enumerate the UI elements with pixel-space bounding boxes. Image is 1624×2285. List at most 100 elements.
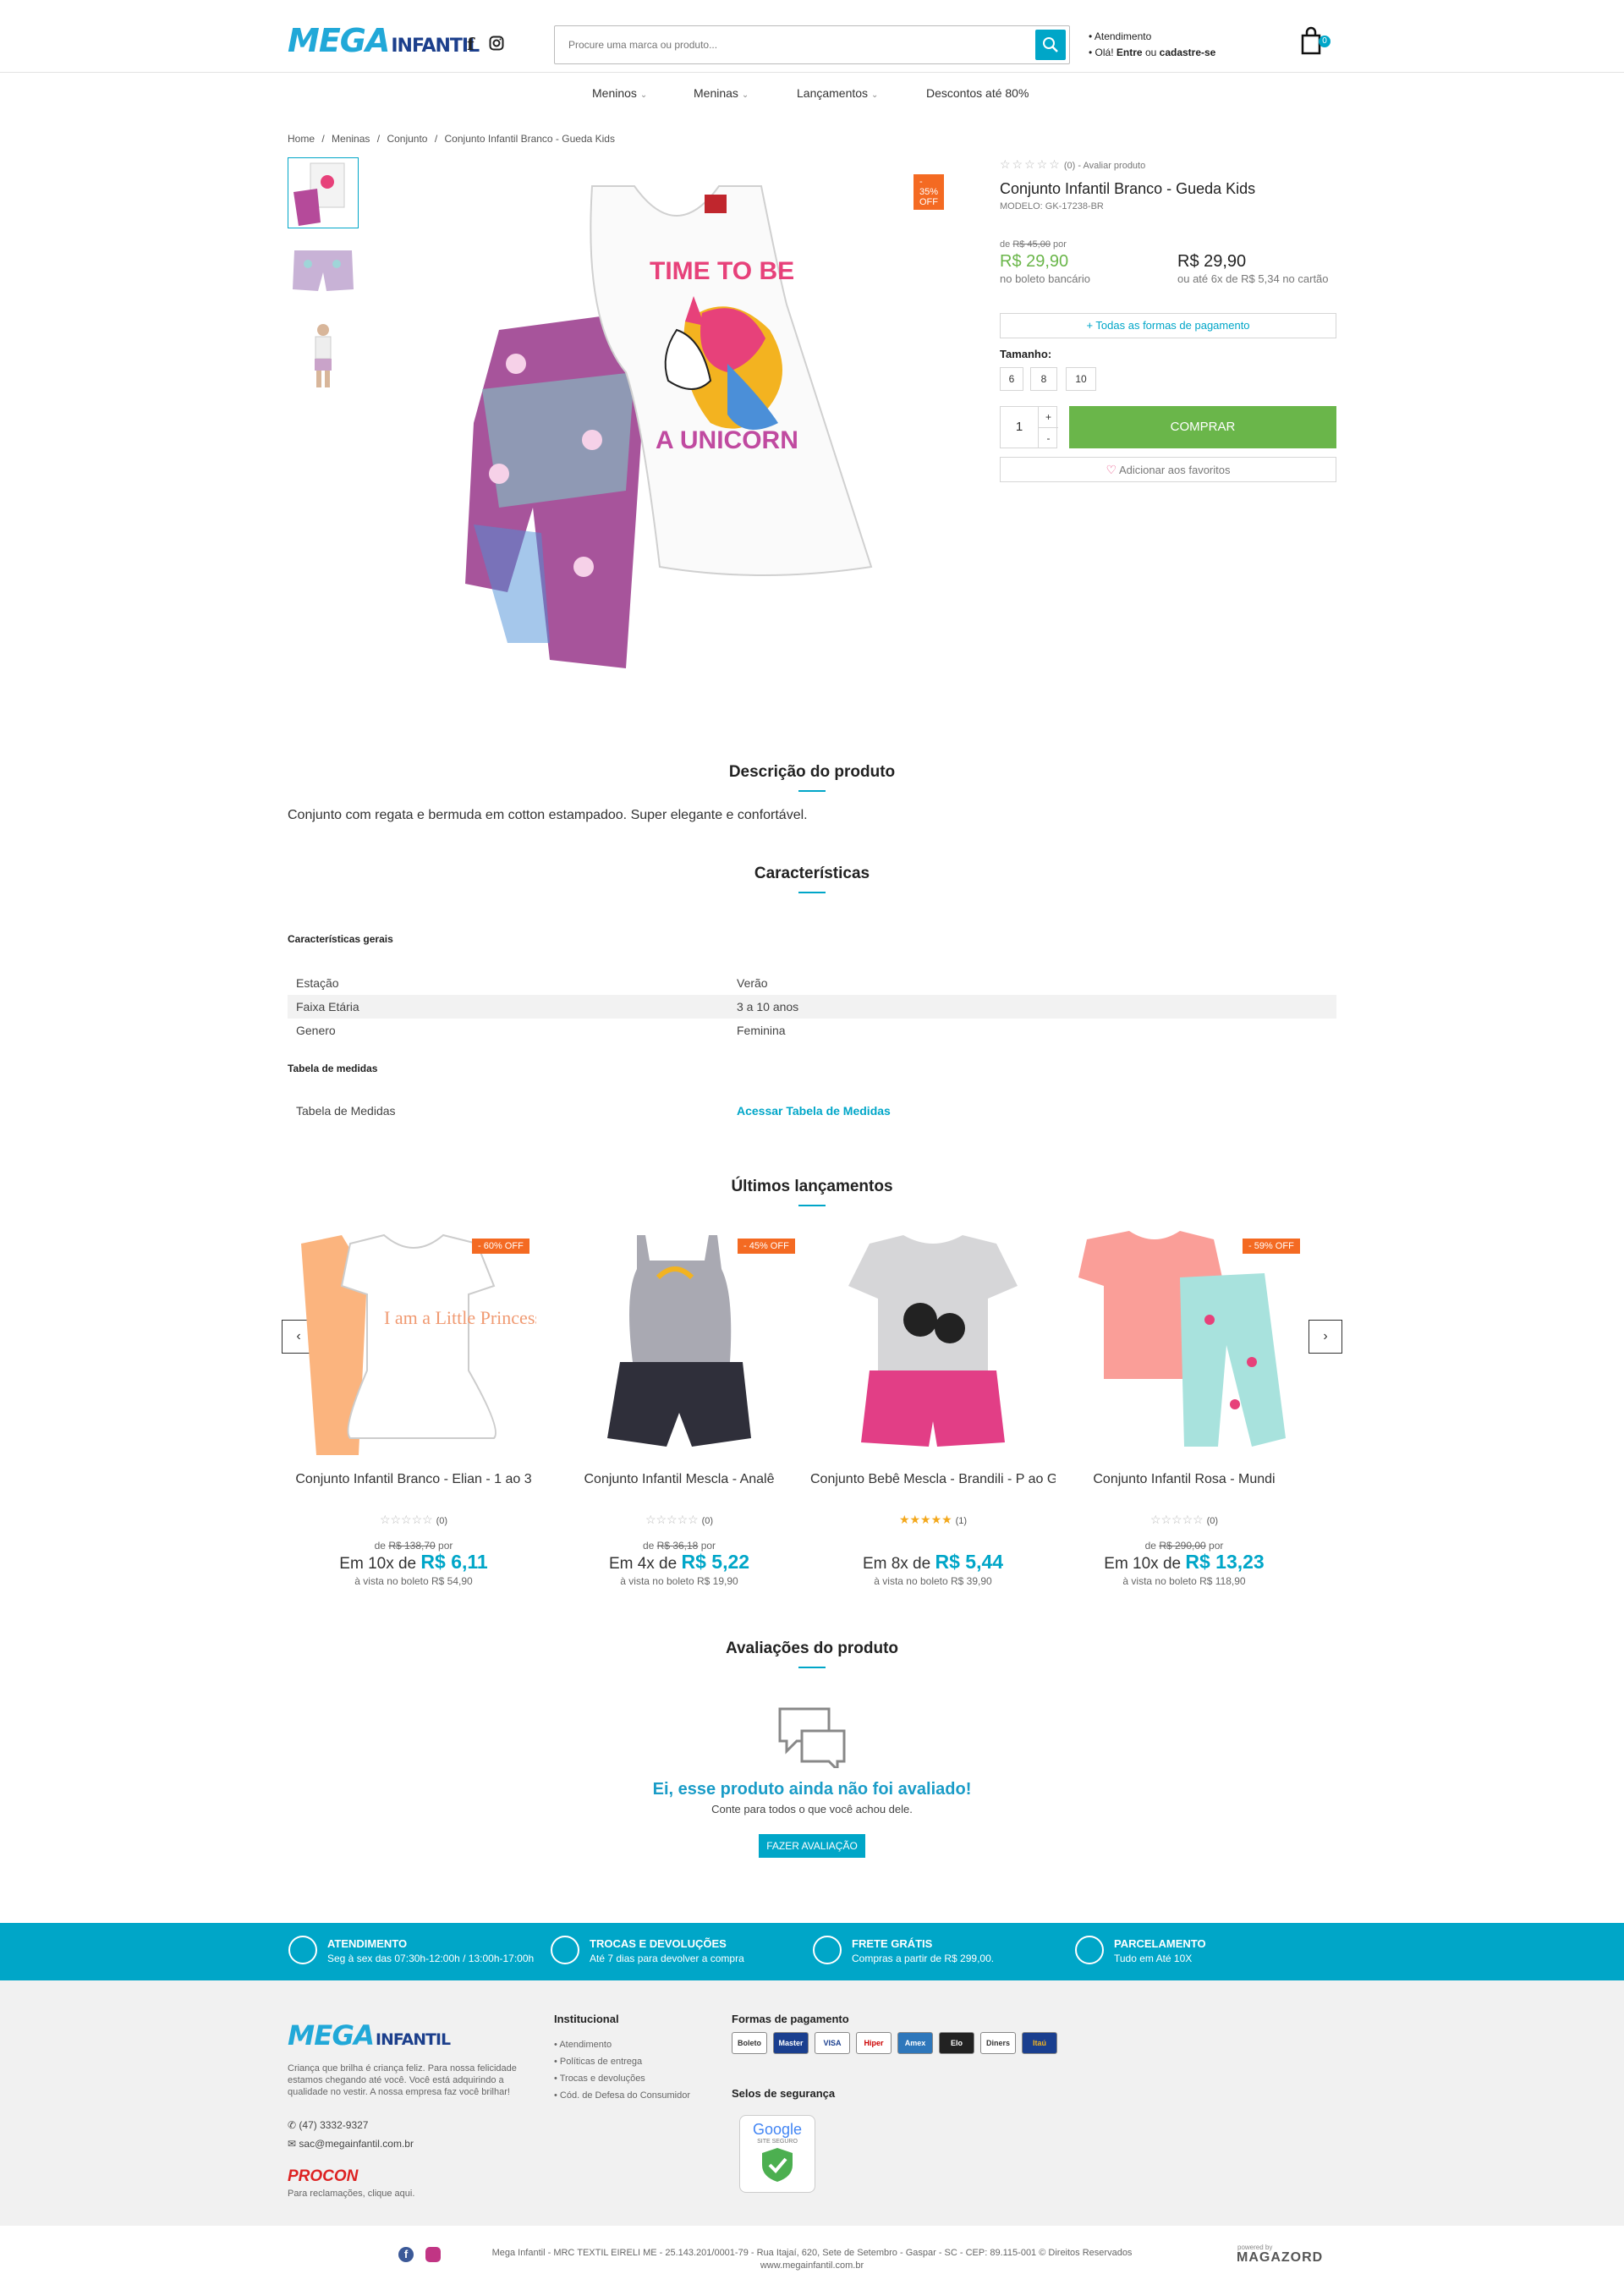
add-to-favorites-button[interactable]: ♡ Adicionar aos favoritos (1000, 457, 1336, 482)
logo-sub: INFANTIL (391, 36, 480, 57)
breadcrumb-meninas[interactable]: Meninas (332, 133, 370, 145)
login-link[interactable]: Entre (1116, 47, 1143, 58)
buy-button[interactable]: COMPRAR (1069, 406, 1336, 448)
shirt-text-line-1: TIME TO BE (650, 257, 794, 285)
chevron-down-icon: ⌄ (639, 91, 648, 100)
footer-link-trocas[interactable]: • Trocas e devoluções (554, 2070, 690, 2087)
breadcrumb-home[interactable]: Home (288, 133, 315, 145)
description-text: Conjunto com regata e bermuda em cotton … (288, 808, 808, 822)
product-title: Conjunto Infantil Branco - Gueda Kids (1000, 180, 1256, 197)
payment-options-button[interactable]: + Todas as formas de pagamento (1000, 313, 1336, 338)
footer-link-entrega[interactable]: • Políticas de entrega (554, 2053, 690, 2070)
old-prefix: de (374, 1540, 386, 1552)
old-suffix: por (438, 1540, 453, 1552)
instagram-icon[interactable] (425, 2247, 441, 2262)
security-title: Selos de segurança (732, 2087, 836, 2100)
footer-link-cdc[interactable]: • Cód. de Defesa do Consumidor (554, 2087, 690, 2104)
product-card-name[interactable]: Conjunto Infantil Mescla - Analê (557, 1472, 802, 1487)
inst-value: R$ 5,22 (681, 1551, 750, 1573)
site-header: MEGAINFANTIL f • Atendimento • Olá! Entr… (0, 0, 1624, 73)
product-card[interactable]: - 59% OFF Conjunto Infantil Rosa - Mundi… (1062, 1227, 1307, 1599)
quantity-stepper: 1 + - (1000, 406, 1058, 448)
google-safe-seal[interactable]: Google SITE SEGURO (739, 2115, 815, 2193)
breadcrumb-conjunto[interactable]: Conjunto (387, 133, 427, 145)
discount-badge: - 45% OFF (738, 1239, 795, 1254)
nav-item-lancamentos[interactable]: Lançamentos ⌄ (797, 86, 878, 100)
features-title: Características (0, 865, 1624, 893)
product-card[interactable]: - 45% OFF Conjunto Infantil Mescla - Ana… (557, 1227, 802, 1599)
atendimento-link[interactable]: Atendimento (1095, 30, 1151, 42)
product-card-image: I am a Little Princess (301, 1233, 536, 1455)
chevron-down-icon: ⌄ (741, 91, 749, 100)
institutional-title: Institucional (554, 2013, 619, 2025)
search-icon (1043, 37, 1058, 52)
quantity-decrease-button[interactable]: - (1038, 428, 1058, 448)
product-card-name[interactable]: Conjunto Infantil Rosa - Mundi (1062, 1472, 1307, 1487)
breadcrumb-current: Conjunto Infantil Branco - Gueda Kids (444, 133, 615, 145)
old-price-suffix: por (1053, 239, 1067, 250)
product-card[interactable]: Conjunto Bebê Mescla - Brandili - P ao G… (810, 1227, 1056, 1599)
benefit-title: FRETE GRÁTIS (852, 1937, 933, 1950)
rating-count: (0) (1206, 1516, 1219, 1526)
inst-value: R$ 13,23 (1185, 1551, 1265, 1573)
product-main-image[interactable]: TIME TO BE A UNICORN - 35% OFF (423, 169, 945, 677)
footer-link-atendimento[interactable]: • Atendimento (554, 2036, 690, 2053)
description-title: Descrição do produto (0, 763, 1624, 792)
nav-item-meninos[interactable]: Meninos ⌄ (592, 86, 647, 100)
nav-item-descontos[interactable]: Descontos até 80% (926, 86, 1029, 100)
rating-stars-icon: ☆☆☆☆☆ (645, 1513, 699, 1526)
cart-button[interactable]: 0 (1298, 25, 1330, 56)
thumbnail-2[interactable] (288, 239, 359, 310)
feature-value: 3 a 10 anos (737, 1000, 799, 1013)
measures-label: Tabela de medidas (288, 1063, 378, 1074)
itau-icon: Itaú (1022, 2032, 1057, 2054)
quantity-input[interactable]: 1 (1001, 420, 1038, 434)
procon-logo[interactable]: PROCON (288, 2167, 358, 2186)
product-rating[interactable]: ☆☆☆☆☆ (0) - Avaliar produto (1000, 157, 1145, 172)
product-card-name[interactable]: Conjunto Bebê Mescla - Brandili - P ao G (810, 1472, 1056, 1487)
footer-about: Criança que brilha é criança feliz. Para… (288, 2063, 517, 2097)
benefit-subtitle: Tudo em Até 10X (1114, 1953, 1193, 1964)
write-review-button[interactable]: FAZER AVALIAÇÃO (759, 1834, 865, 1858)
product-card-name[interactable]: Conjunto Infantil Branco - Elian - 1 ao … (291, 1472, 536, 1487)
magazord-logo[interactable]: MAGAZORD (1237, 2250, 1323, 2266)
procon-note[interactable]: Para reclamações, clique aqui. (288, 2189, 414, 2199)
features-general-label: Características gerais (288, 933, 393, 945)
register-link[interactable]: cadastre-se (1160, 47, 1216, 58)
instagram-icon[interactable] (489, 36, 504, 51)
thumbnail-3[interactable] (288, 320, 359, 391)
visa-icon: VISA (815, 2032, 850, 2054)
size-table-link[interactable]: Acessar Tabela de Medidas (737, 1104, 891, 1118)
benefit-subtitle: Até 7 dias para devolver a compra (590, 1953, 744, 1964)
quantity-increase-button[interactable]: + (1038, 407, 1058, 428)
elo-icon: Elo (939, 2032, 974, 2054)
nav-item-meninas[interactable]: Meninas ⌄ (694, 86, 749, 100)
seal-text: SITE SEGURO (757, 2139, 798, 2145)
size-option-10[interactable]: 10 (1066, 367, 1096, 391)
rating-count: (0) (436, 1516, 448, 1526)
site-logo[interactable]: MEGAINFANTIL (288, 22, 480, 59)
institutional-links: • Atendimento • Políticas de entrega • T… (554, 2036, 690, 2104)
facebook-icon[interactable]: f (398, 2247, 414, 2262)
inst-value: R$ 5,44 (935, 1551, 1004, 1573)
old-suffix: por (700, 1540, 716, 1552)
product-card-rating: ☆☆☆☆☆ (0) (291, 1513, 536, 1527)
thumbnail-1[interactable] (288, 157, 359, 228)
footer-email[interactable]: ✉ sac@megainfantil.com.br (288, 2138, 414, 2150)
search-button[interactable] (1035, 30, 1066, 60)
logo-main: MEGA (288, 2019, 375, 2052)
footer-logo[interactable]: MEGAINFANTIL (288, 2019, 451, 2052)
footer-phone[interactable]: ✆ (47) 3332-9327 (288, 2119, 368, 2131)
facebook-icon[interactable]: f (467, 34, 475, 54)
size-label: Tamanho: (1000, 348, 1052, 360)
product-card-installment: Em 10x de R$ 6,11 (291, 1551, 536, 1574)
carousel-next-button[interactable]: › (1309, 1320, 1342, 1354)
size-option-6[interactable]: 6 (1000, 367, 1023, 391)
search-input[interactable] (555, 26, 1029, 63)
product-card[interactable]: I am a Little Princess - 60% OFF Conjunt… (291, 1227, 536, 1599)
link-text: Atendimento (559, 2040, 612, 2050)
product-card-old-price: de R$ 290,00 por (1062, 1540, 1307, 1552)
email-text: sac@megainfantil.com.br (299, 2138, 414, 2150)
size-option-8[interactable]: 8 (1030, 367, 1057, 391)
benefit-title: PARCELAMENTO (1114, 1937, 1206, 1950)
